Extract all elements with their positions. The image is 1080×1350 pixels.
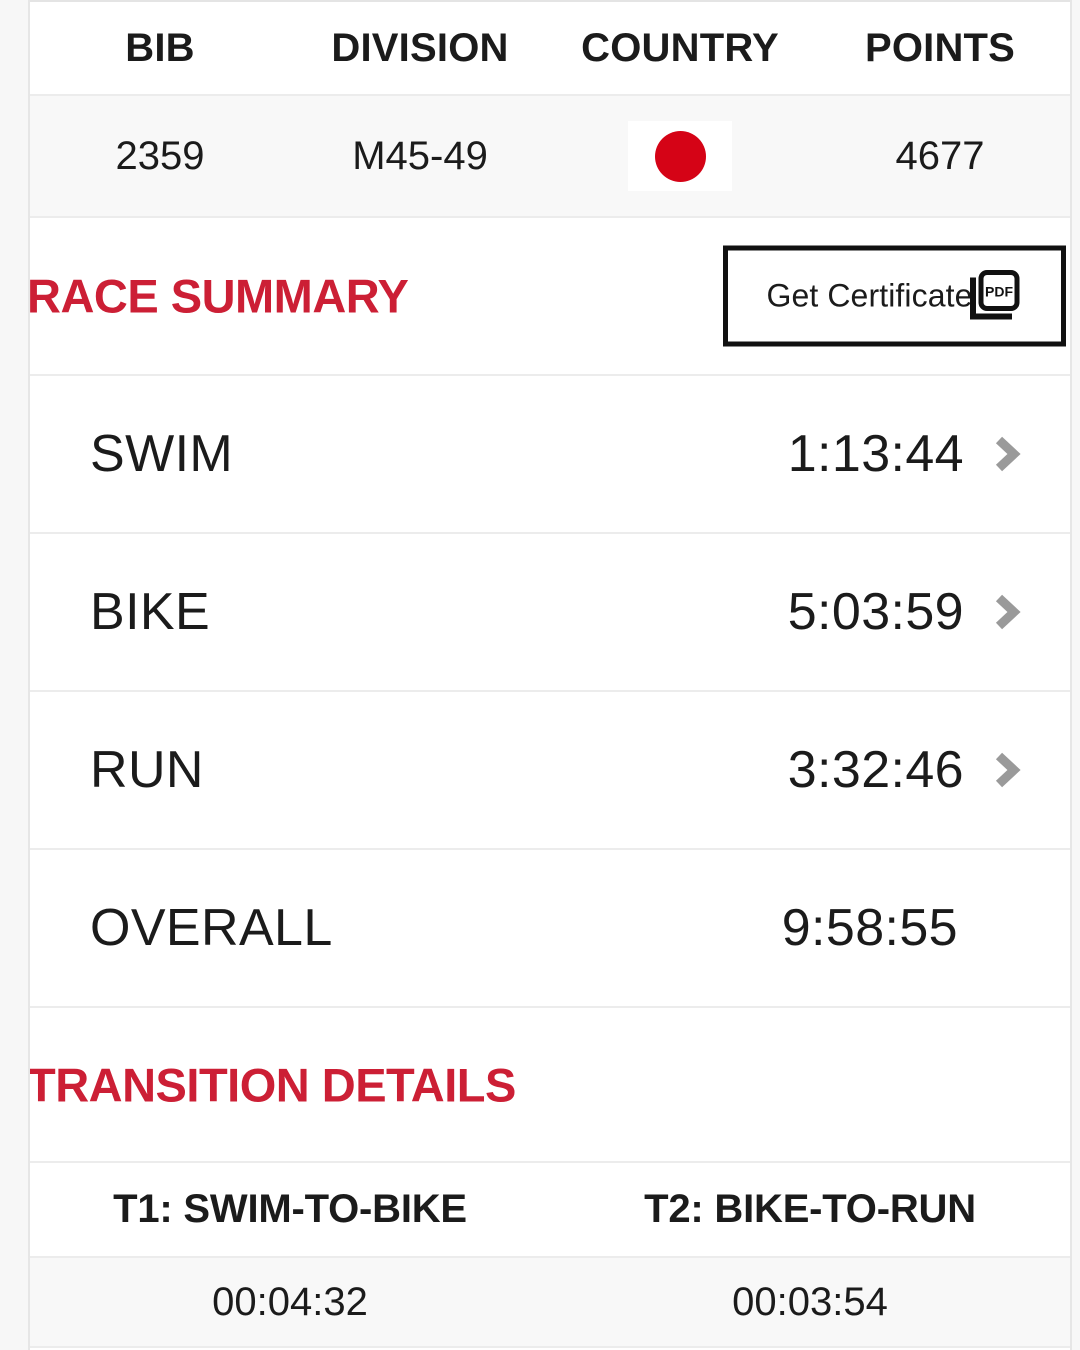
chevron-right-icon[interactable] [992, 434, 1022, 474]
result-detail-page: BIB DIVISION COUNTRY POINTS 2359 M45-49 … [0, 0, 1080, 1350]
chevron-right-icon[interactable] [992, 750, 1022, 790]
get-certificate-button[interactable]: Get Certificate PDF [723, 245, 1066, 347]
japan-flag-icon [628, 121, 732, 191]
split-label-run: RUN [90, 741, 204, 799]
transition-value-t1: 00:04:32 [212, 1279, 368, 1324]
pdf-icon: PDF [967, 268, 1023, 324]
division-value: M45-49 [352, 133, 488, 178]
bib-value: 2359 [115, 133, 205, 178]
stats-data-row: 2359 M45-49 4677 [30, 96, 1070, 218]
split-row-overall: OVERALL 9:58:55 [30, 850, 1070, 1008]
transition-details-title: TRANSITION DETAILS [28, 1058, 516, 1111]
transition-details-header: TRANSITION DETAILS [30, 1008, 1070, 1163]
split-row-swim[interactable]: SWIM 1:13:44 [30, 376, 1070, 534]
split-row-run[interactable]: RUN 3:32:46 [30, 692, 1070, 850]
column-header-bib: BIB [125, 25, 195, 70]
column-header-country: COUNTRY [581, 25, 779, 70]
split-time-swim: 1:13:44 [787, 425, 964, 483]
column-header-division: DIVISION [331, 25, 509, 70]
split-time-run: 3:32:46 [787, 741, 964, 799]
split-label-overall: OVERALL [90, 899, 333, 957]
transition-header-t1: T1: SWIM-TO-BIKE [113, 1187, 467, 1231]
transition-header-t2: T2: BIKE-TO-RUN [644, 1187, 976, 1231]
split-label-swim: SWIM [90, 425, 234, 483]
split-time-bike: 5:03:59 [787, 583, 964, 641]
transition-value-row: 00:04:32 00:03:54 [30, 1258, 1070, 1348]
points-value: 4677 [895, 133, 985, 178]
split-label-bike: BIKE [90, 583, 211, 641]
chevron-right-icon[interactable] [992, 592, 1022, 632]
svg-text:PDF: PDF [985, 283, 1013, 299]
race-summary-header: RACE SUMMARY Get Certificate PDF [30, 218, 1070, 376]
transition-value-t2: 00:03:54 [732, 1279, 888, 1324]
transition-header-row: T1: SWIM-TO-BIKE T2: BIKE-TO-RUN [30, 1163, 1070, 1258]
result-card: BIB DIVISION COUNTRY POINTS 2359 M45-49 … [28, 0, 1072, 1350]
split-time-overall: 9:58:55 [781, 899, 958, 957]
column-header-points: POINTS [864, 25, 1016, 70]
race-summary-title: RACE SUMMARY [28, 269, 409, 323]
country-value [550, 121, 810, 191]
stats-header-row: BIB DIVISION COUNTRY POINTS [30, 2, 1070, 96]
get-certificate-label: Get Certificate [766, 277, 973, 314]
split-row-bike[interactable]: BIKE 5:03:59 [30, 534, 1070, 692]
flag-red-disc [654, 130, 706, 182]
